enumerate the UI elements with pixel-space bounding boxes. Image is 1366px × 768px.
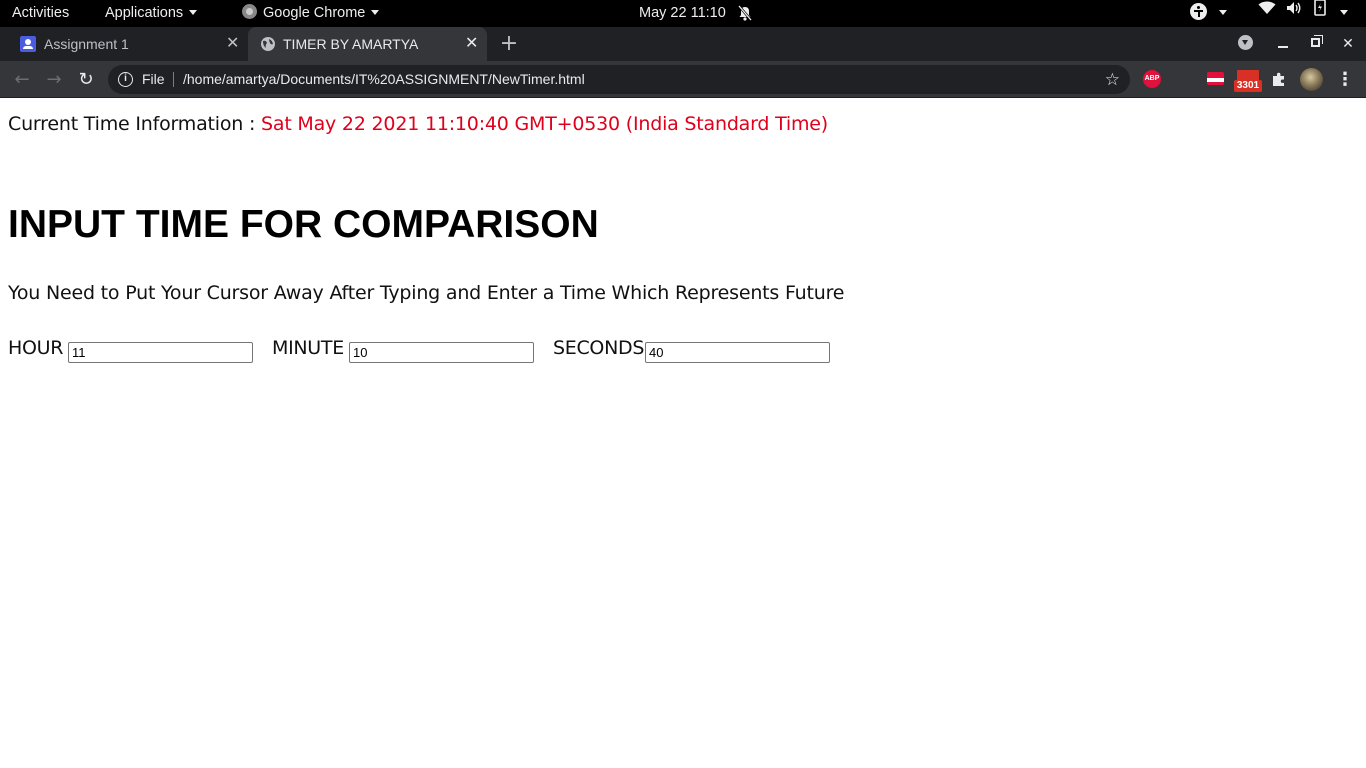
chevron-down-icon: [371, 9, 380, 15]
chevron-down-icon: [1340, 9, 1349, 15]
globe-icon: [260, 36, 276, 52]
minimize-button[interactable]: [1271, 27, 1295, 61]
activities-button[interactable]: Activities: [12, 0, 69, 27]
restore-icon: [1310, 38, 1320, 47]
app-menu-chrome[interactable]: Google Chrome: [242, 0, 380, 27]
address-bar[interactable]: i File /home/amartya/Documents/IT%20ASSI…: [108, 65, 1130, 94]
close-icon[interactable]: ✕: [465, 27, 478, 61]
chrome-icon: [242, 4, 257, 20]
classroom-icon: [20, 36, 36, 52]
battery-icon: [1314, 0, 1326, 26]
applications-menu[interactable]: Applications: [105, 0, 198, 27]
url-text[interactable]: /home/amartya/Documents/IT%20ASSIGNMENT/…: [183, 65, 585, 94]
current-time-value: Sat May 22 2021 11:10:40 GMT+0530 (India…: [261, 113, 829, 135]
tab-search-button[interactable]: [1233, 27, 1257, 61]
wifi-icon: [1258, 0, 1276, 25]
close-window-button[interactable]: ✕: [1336, 27, 1360, 61]
chrome-menu-button[interactable]: ⋮: [1333, 61, 1357, 98]
browser-toolbar: ← → ↻ i File /home/amartya/Documents/IT%…: [0, 61, 1366, 98]
current-time-line: Current Time Information : Sat May 22 20…: [8, 113, 828, 135]
tab-title: Assignment 1: [44, 36, 129, 52]
minimize-icon: [1278, 46, 1288, 48]
page-heading: INPUT TIME FOR COMPARISON: [8, 203, 599, 246]
info-icon[interactable]: i: [118, 72, 133, 87]
tab-title: TIMER BY AMARTYA: [283, 36, 419, 52]
bookmark-star-icon[interactable]: ☆: [1105, 65, 1120, 94]
seconds-label: SECONDS: [553, 337, 645, 359]
back-button[interactable]: ←: [10, 61, 34, 98]
close-icon: ✕: [1342, 36, 1354, 52]
minute-input[interactable]: [349, 342, 534, 363]
new-tab-button[interactable]: +: [498, 27, 520, 61]
current-time-label: Current Time Information :: [8, 113, 262, 135]
reload-icon: ↻: [78, 69, 94, 90]
system-top-bar: Activities Applications Google Chrome Ma…: [0, 0, 1366, 27]
avatar: [1300, 68, 1323, 91]
app-menu-label: Google Chrome: [263, 5, 366, 21]
volume-icon: [1286, 0, 1302, 25]
tab-assignment-1[interactable]: Assignment 1 ✕: [0, 27, 248, 61]
chevron-down-icon: [189, 9, 198, 15]
accessibility-menu[interactable]: [1190, 0, 1227, 27]
tab-timer-by-amartya[interactable]: TIMER BY AMARTYA ✕: [248, 27, 487, 61]
clock[interactable]: May 22 11:10: [639, 0, 726, 27]
divider: [173, 72, 174, 87]
chevron-down-circle-icon: [1237, 35, 1253, 50]
hour-label: HOUR: [8, 337, 64, 359]
instruction-text: You Need to Put Your Cursor Away After T…: [8, 282, 845, 304]
forward-button[interactable]: →: [42, 61, 66, 98]
page-content: Current Time Information : Sat May 22 20…: [0, 99, 1366, 768]
seconds-input[interactable]: [645, 342, 830, 363]
adblock-plus-icon: ABP: [1143, 70, 1161, 88]
minute-label: MINUTE: [272, 337, 344, 359]
more-vertical-icon: ⋮: [1336, 69, 1354, 90]
chevron-down-icon: [1219, 9, 1227, 15]
mail-count-badge: 3301: [1234, 80, 1262, 92]
arrow-left-icon: ←: [14, 69, 30, 90]
notifications-off-icon: [737, 0, 753, 27]
reload-button[interactable]: ↻: [74, 61, 98, 98]
close-icon[interactable]: ✕: [226, 27, 239, 61]
hour-input[interactable]: [68, 342, 253, 363]
arrow-right-icon: →: [46, 69, 62, 90]
restore-button[interactable]: [1303, 27, 1327, 61]
flag-icon: [1207, 72, 1224, 85]
scheme-label: File: [142, 71, 165, 87]
system-status-menu[interactable]: [1258, 0, 1349, 27]
accessibility-icon: [1190, 3, 1207, 21]
applications-label: Applications: [105, 5, 184, 21]
puzzle-icon: [1271, 71, 1287, 91]
